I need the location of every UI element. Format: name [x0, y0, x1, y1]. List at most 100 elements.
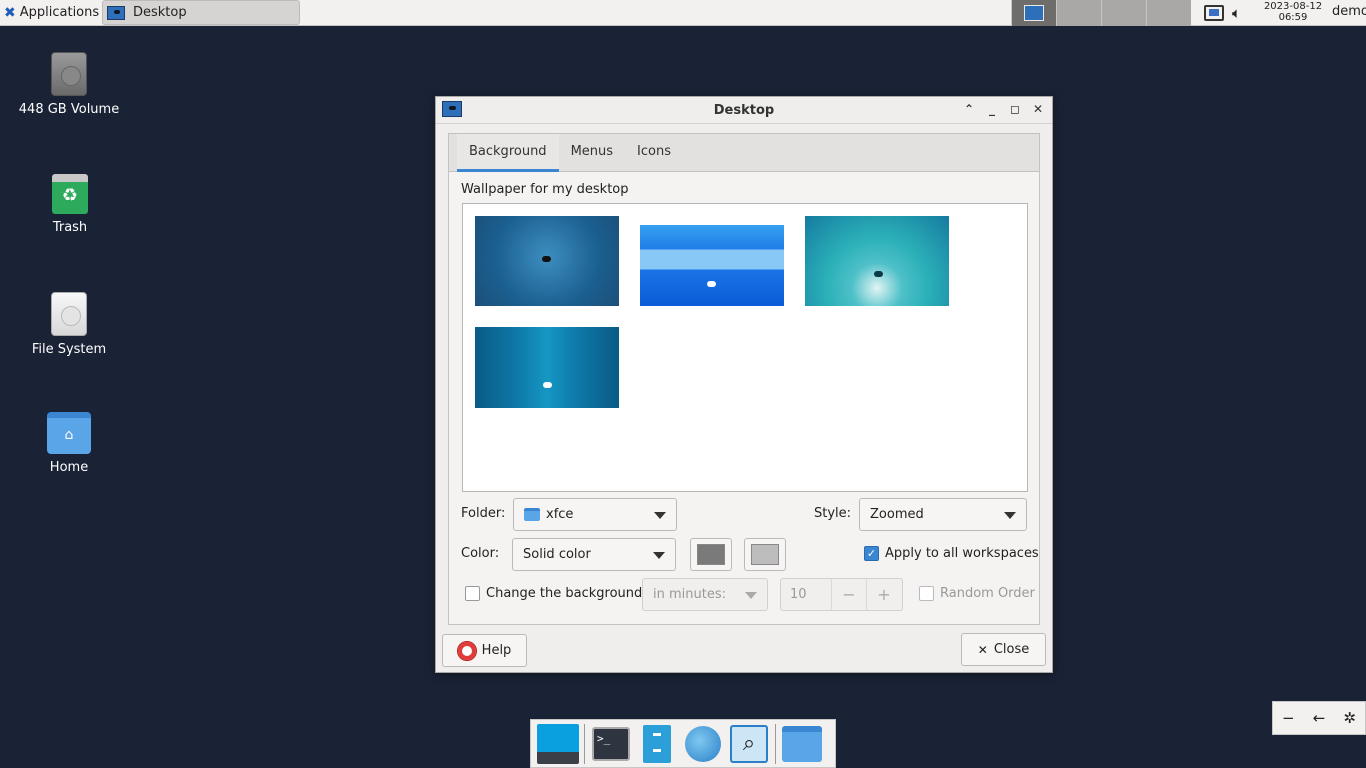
app-finder-icon: ⌕ [730, 724, 768, 763]
interval-value: 10 [790, 587, 807, 602]
dock-panel: >_ ⌕ [530, 719, 836, 768]
desktop-icon-label: 448 GB Volume [18, 102, 120, 117]
filesystem-icon [51, 292, 87, 336]
tab-background[interactable]: Background [457, 134, 559, 172]
dock-web-browser[interactable] [680, 721, 726, 767]
taskbar-window-desktop[interactable]: Desktop [102, 0, 300, 25]
color-label: Color: [461, 546, 500, 561]
interval-unit-select[interactable]: in minutes: [642, 578, 768, 611]
increment-button[interactable]: + [866, 579, 901, 610]
dock-file-manager[interactable] [634, 721, 680, 767]
home-folder-icon: ⌂ [47, 412, 91, 454]
dock-folder[interactable] [779, 721, 825, 767]
change-background-checkbox[interactable]: Change the background [465, 586, 642, 601]
style-label: Style: [814, 506, 852, 521]
close-icon: ✕ [977, 642, 988, 657]
folder-value: xfce [546, 507, 574, 522]
network-icon[interactable] [1204, 5, 1224, 21]
tools-icon[interactable]: ✲ [1343, 709, 1356, 727]
apply-all-label: Apply to all workspaces [885, 546, 1039, 561]
minimize-button[interactable]: _ [984, 100, 1000, 118]
checkbox-icon [919, 586, 934, 601]
color-mode-value: Solid color [523, 547, 591, 562]
dock-show-desktop[interactable] [535, 721, 581, 767]
minus-icon[interactable]: − [1282, 709, 1295, 727]
folder-select[interactable]: xfce [513, 498, 677, 531]
top-panel: ✖ Applications ⋮ Desktop 🔈︎ 2023-08-12 0… [0, 0, 1366, 26]
chevron-down-icon [654, 512, 666, 519]
random-order-label: Random Order [940, 586, 1035, 601]
tab-bar: Background Menus Icons [449, 134, 1039, 172]
applications-label: Applications [19, 5, 100, 20]
desktop-icon-filesystem[interactable]: File System [4, 292, 134, 357]
random-order-checkbox[interactable]: Random Order [919, 586, 1035, 601]
web-browser-icon [685, 725, 721, 762]
help-button[interactable]: Help [442, 634, 527, 667]
desktop-icon-volume[interactable]: 448 GB Volume [4, 52, 134, 117]
dock-terminal[interactable]: >_ [588, 721, 634, 767]
settings-notebook: Background Menus Icons Wallpaper for my … [448, 133, 1040, 625]
folder-icon [524, 508, 540, 521]
wallpaper-thumbnail[interactable] [475, 216, 619, 306]
style-select[interactable]: Zoomed [859, 498, 1027, 531]
checkbox-icon [465, 586, 480, 601]
show-desktop-icon [537, 723, 579, 764]
decrement-button[interactable]: − [831, 579, 866, 610]
chevron-down-icon [653, 552, 665, 559]
color-mode-select[interactable]: Solid color [512, 538, 676, 571]
window-controls: ⌃ _ ◻ ✕ [961, 100, 1046, 118]
xfce-logo-icon: ✖ [4, 4, 16, 21]
clock-date: 2023-08-12 [1263, 1, 1323, 12]
close-button[interactable]: ✕ Close [961, 633, 1046, 666]
terminal-icon: >_ [592, 726, 630, 761]
arrow-left-icon[interactable]: ← [1313, 709, 1326, 727]
maximize-button[interactable]: ◻ [1007, 100, 1023, 118]
volume-icon[interactable]: 🔈︎ [1232, 4, 1241, 22]
desktop-icon-label: Trash [52, 220, 88, 235]
close-window-button[interactable]: ✕ [1030, 100, 1046, 118]
apply-all-checkbox[interactable]: ✓ Apply to all workspaces [864, 546, 1039, 561]
workspace-2[interactable] [1056, 0, 1101, 26]
primary-color-button[interactable] [690, 538, 732, 571]
trash-icon: ♻ [52, 174, 88, 214]
user-menu[interactable]: demo [1332, 4, 1366, 19]
workspace-switcher [1011, 0, 1191, 26]
wallpaper-thumbnail[interactable] [475, 327, 619, 408]
dock-app-finder[interactable]: ⌕ [726, 721, 772, 767]
wallpaper-thumbnail[interactable] [640, 225, 784, 306]
style-value: Zoomed [870, 507, 924, 522]
interval-spinbutton[interactable]: 10 − + [780, 578, 903, 611]
close-label: Close [993, 642, 1030, 657]
chevron-down-icon [1004, 512, 1016, 519]
workspace-4[interactable] [1146, 0, 1191, 26]
shade-button[interactable]: ⌃ [961, 100, 977, 118]
desktop-icon-label: File System [31, 342, 107, 357]
wallpaper-label: Wallpaper for my desktop [461, 182, 629, 197]
help-label: Help [481, 643, 512, 658]
interval-unit-value: in minutes: [653, 587, 726, 602]
primary-color-swatch [697, 544, 725, 565]
folder-label: Folder: [461, 506, 506, 521]
dialog-titlebar[interactable]: Desktop ⌃ _ ◻ ✕ [436, 97, 1052, 124]
system-tray: 🔈︎ [1204, 0, 1241, 26]
change-background-label: Change the background [486, 586, 643, 601]
drive-harddisk-icon [51, 52, 87, 96]
wallpaper-thumbnail[interactable] [805, 216, 949, 306]
help-lifebuoy-icon [456, 640, 477, 661]
desktop-icon-home[interactable]: ⌂ Home [4, 412, 134, 475]
dialog-title: Desktop [713, 102, 775, 118]
desktop-icon-label: Home [49, 460, 89, 475]
secondary-color-button[interactable] [744, 538, 786, 571]
desktop-settings-icon [107, 5, 125, 20]
clock-time: 06:59 [1278, 12, 1308, 23]
file-manager-icon [643, 724, 671, 763]
dock-separator [584, 723, 585, 764]
workspace-3[interactable] [1101, 0, 1146, 26]
secondary-color-swatch [751, 544, 779, 565]
workspace-1[interactable] [1011, 0, 1056, 26]
tab-icons[interactable]: Icons [625, 134, 683, 172]
desktop-icon-trash[interactable]: ♻ Trash [5, 174, 135, 235]
clock[interactable]: 2023-08-12 06:59 [1262, 0, 1324, 26]
tab-menus[interactable]: Menus [559, 134, 625, 172]
taskbar-window-label: Desktop [133, 5, 187, 20]
